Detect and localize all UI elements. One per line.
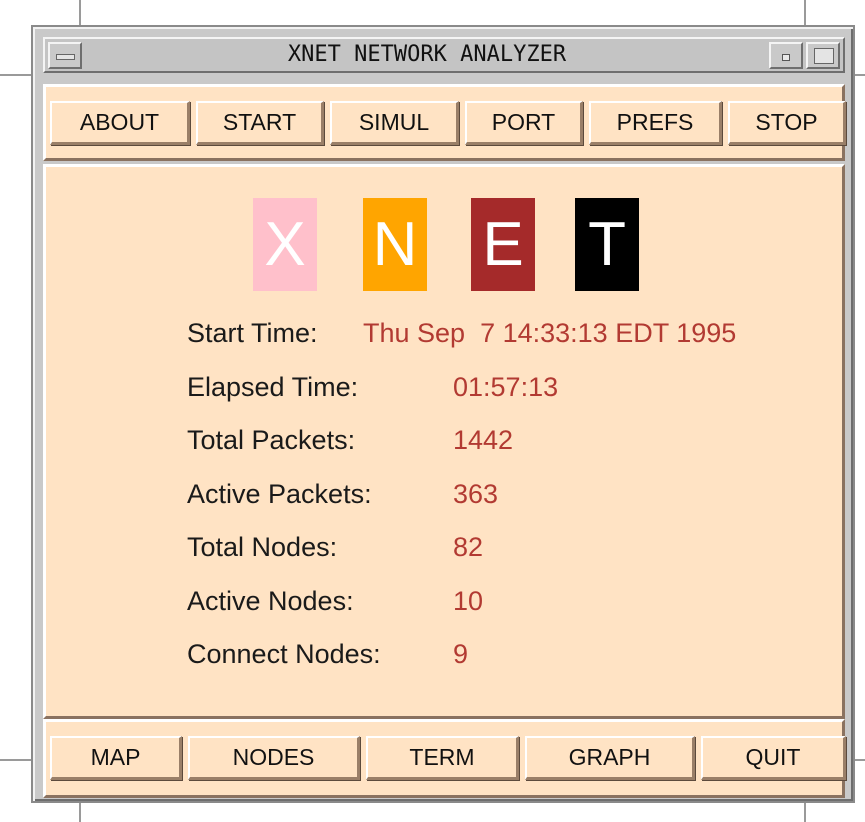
port-button[interactable]: PORT [465, 101, 583, 145]
total-packets-label: Total Packets: [187, 425, 356, 455]
logo-letter-n: N [363, 198, 427, 291]
start-time-label: Start Time: [187, 318, 318, 348]
elapsed-time-label: Elapsed Time: [187, 372, 359, 402]
stop-button[interactable]: STOP [728, 101, 846, 145]
active-packets-label: Active Packets: [187, 479, 372, 509]
connect-nodes-value: 9 [453, 639, 469, 669]
start-time-value: Thu Sep 7 14:33:13 EDT 1995 [363, 318, 737, 348]
graph-button[interactable]: GRAPH [525, 736, 695, 780]
stats-panel: X N E T Start Time: Thu Sep 7 14:33:13 E… [43, 164, 845, 719]
logo-letter-x: X [253, 198, 317, 291]
minimize-button[interactable] [769, 42, 803, 69]
app-window: XNET NETWORK ANALYZER ABOUT START SIMUL … [31, 25, 855, 803]
window-menu-icon [56, 54, 75, 60]
connect-nodes-label: Connect Nodes: [187, 639, 381, 669]
active-packets-value: 363 [453, 479, 499, 509]
nodes-button[interactable]: NODES [188, 736, 360, 780]
start-button[interactable]: START [196, 101, 324, 145]
prefs-button[interactable]: PREFS [589, 101, 722, 145]
total-packets-value: 1442 [453, 425, 514, 455]
map-button[interactable]: MAP [50, 736, 182, 780]
simul-button[interactable]: SIMUL [330, 101, 459, 145]
minimize-icon [782, 54, 790, 61]
quit-button[interactable]: QUIT [701, 736, 846, 780]
top-toolbar: ABOUT START SIMUL PORT PREFS STOP [43, 84, 846, 161]
about-button[interactable]: ABOUT [50, 101, 190, 145]
maximize-icon [814, 48, 834, 64]
maximize-button[interactable] [806, 42, 840, 69]
bottom-toolbar: MAP NODES TERM GRAPH QUIT [43, 719, 846, 798]
title-bar[interactable]: XNET NETWORK ANALYZER [43, 37, 845, 73]
logo-letter-t: T [575, 198, 639, 291]
logo-letter-e: E [471, 198, 535, 291]
elapsed-time-value: 01:57:13 [453, 372, 559, 402]
total-nodes-label: Total Nodes: [187, 532, 338, 562]
total-nodes-value: 82 [453, 532, 484, 562]
window-title: XNET NETWORK ANALYZER [287, 42, 567, 67]
term-button[interactable]: TERM [366, 736, 519, 780]
active-nodes-value: 10 [453, 586, 484, 616]
window-menu-button[interactable] [48, 42, 82, 69]
active-nodes-label: Active Nodes: [187, 586, 354, 616]
